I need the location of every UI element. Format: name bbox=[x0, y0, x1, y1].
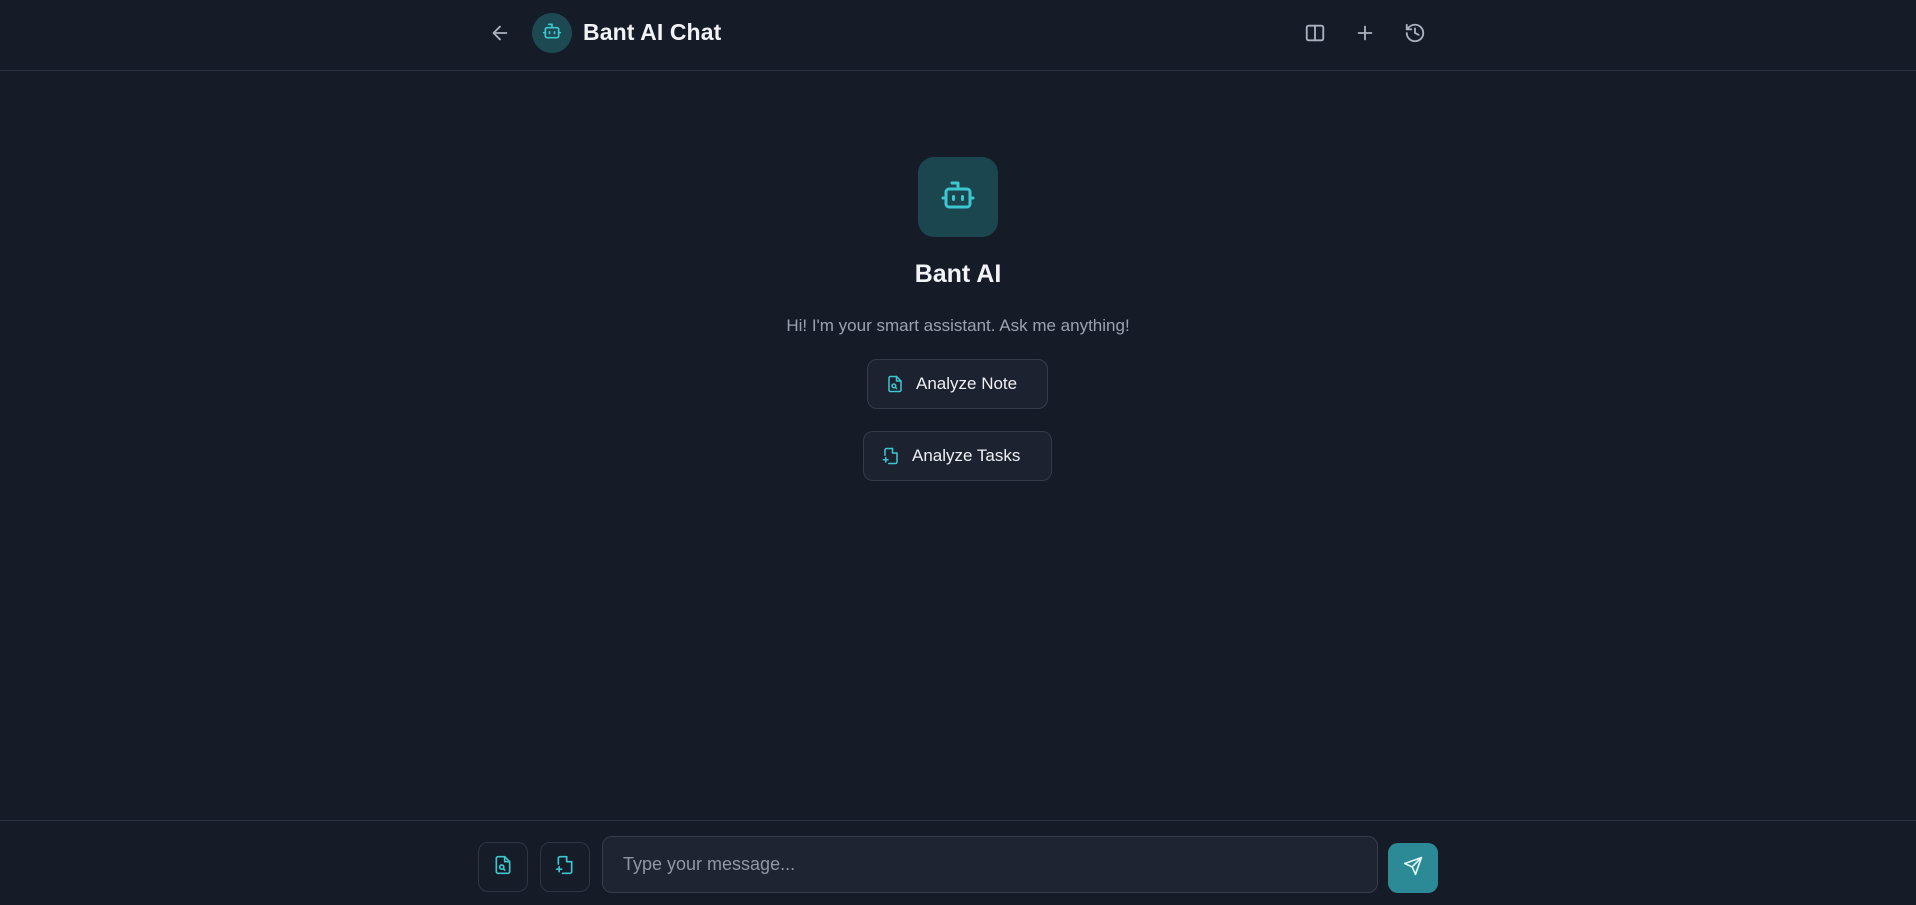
arrow-left-icon bbox=[489, 22, 511, 44]
chat-app: Bant AI Chat Bant AI Hi! I'm your smart … bbox=[0, 0, 1916, 905]
history-icon bbox=[1404, 22, 1426, 44]
file-search-icon bbox=[493, 855, 513, 880]
send-button[interactable] bbox=[1388, 843, 1438, 893]
bot-icon bbox=[542, 21, 562, 46]
analyze-tasks-label: Analyze Tasks bbox=[912, 446, 1021, 465]
attach-tasks-button[interactable] bbox=[540, 842, 590, 892]
new-chat-button[interactable] bbox=[1347, 15, 1383, 51]
analyze-tasks-button[interactable]: Analyze Tasks bbox=[863, 431, 1052, 481]
header-bot-avatar bbox=[532, 13, 572, 53]
history-button[interactable] bbox=[1397, 15, 1433, 51]
bot-icon bbox=[940, 177, 976, 218]
split-view-icon bbox=[1304, 22, 1326, 44]
assistant-name: Bant AI bbox=[914, 260, 1002, 288]
analyze-note-label: Analyze Note bbox=[916, 374, 1018, 393]
welcome-bot-avatar bbox=[918, 157, 998, 237]
page-title: Bant AI Chat bbox=[583, 19, 722, 45]
toggle-panel-button[interactable] bbox=[1297, 15, 1333, 51]
assistant-greeting: Hi! I'm your smart assistant. Ask me any… bbox=[786, 316, 1130, 335]
file-sparkle-icon bbox=[882, 447, 900, 465]
send-icon bbox=[1403, 856, 1423, 881]
analyze-note-button[interactable]: Analyze Note bbox=[867, 359, 1048, 409]
file-sparkle-icon bbox=[555, 855, 575, 880]
file-search-icon bbox=[886, 375, 904, 393]
message-input[interactable] bbox=[602, 836, 1378, 893]
attach-note-button[interactable] bbox=[478, 842, 528, 892]
plus-icon bbox=[1354, 22, 1376, 44]
chat-header: Bant AI Chat bbox=[0, 0, 1916, 71]
back-button[interactable] bbox=[482, 15, 518, 51]
